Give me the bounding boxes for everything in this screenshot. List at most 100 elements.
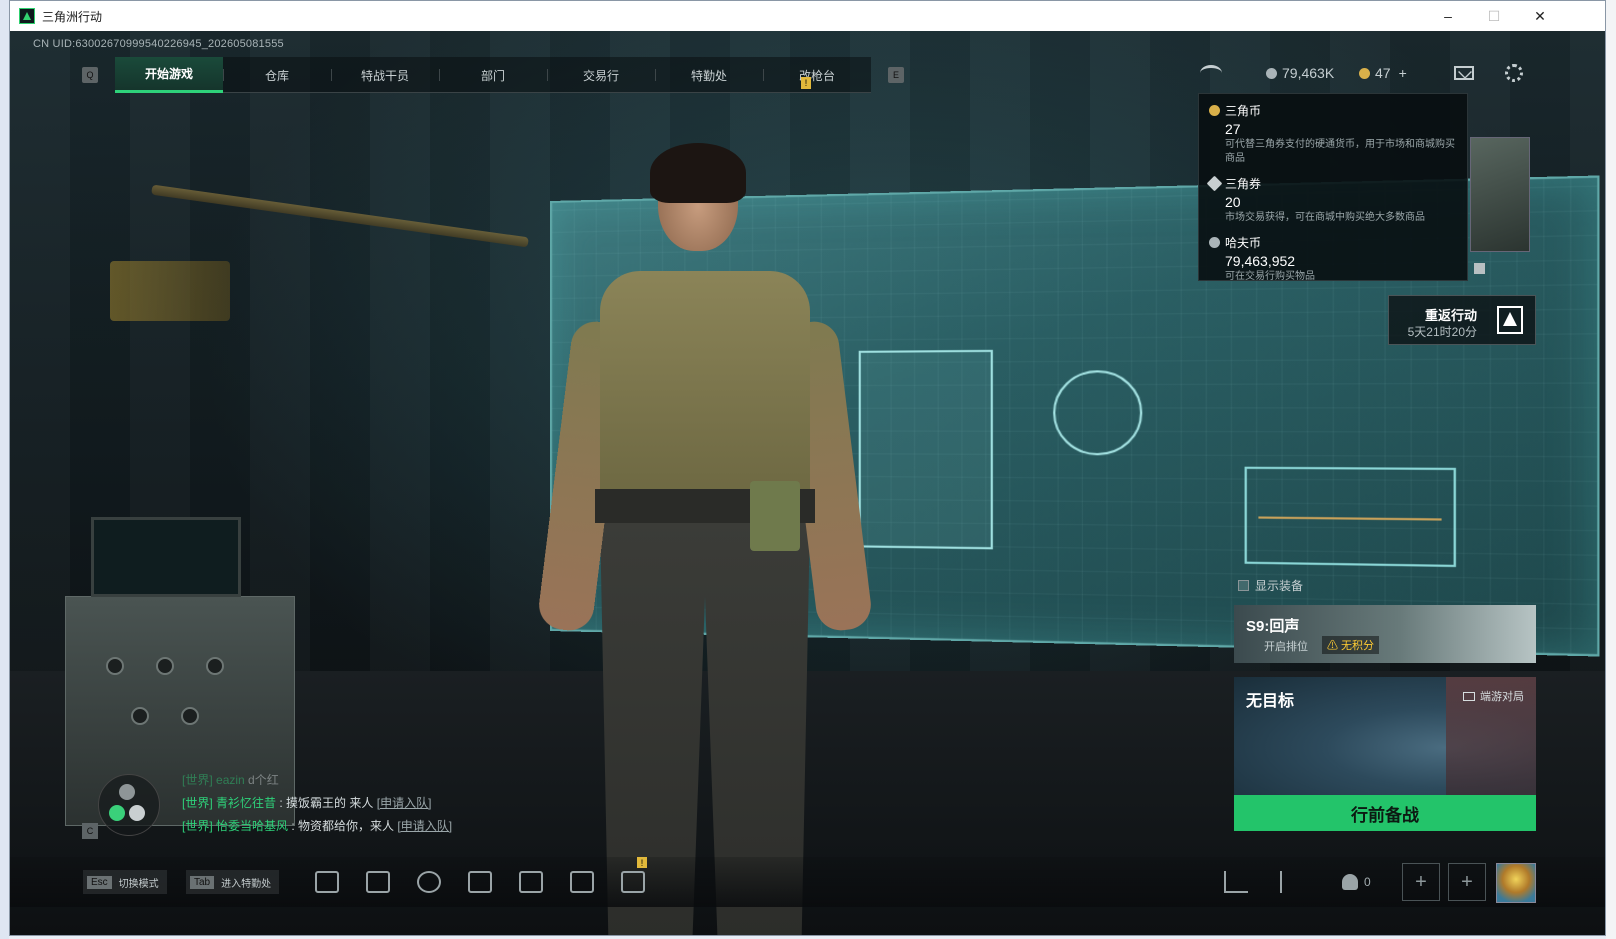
mail-button[interactable]: [1454, 61, 1474, 85]
flag-icon[interactable]: [1280, 871, 1304, 893]
season-title: S9:回声: [1246, 618, 1300, 635]
radio-knob: [106, 657, 124, 675]
minimize-button[interactable]: –: [1425, 1, 1471, 31]
chat-message: [世界] eazin d个红: [182, 769, 452, 792]
add-currency-button[interactable]: +: [1399, 65, 1407, 81]
season-no-score-badge: ⚠ 无积分: [1322, 636, 1380, 654]
window-titlebar: 三角洲行动 – ☐ ✕: [10, 1, 1605, 31]
player-uid: CN UID:6300267099954022694​5_20260508155…: [33, 38, 284, 50]
currency-desc: 市场交易获得，可在商城中购买绝大多数商品: [1225, 212, 1425, 223]
show-equipment-toggle[interactable]: 显示装备: [1238, 577, 1303, 594]
prepare-start-button[interactable]: 行前备战: [1234, 795, 1536, 831]
event-thumbnail[interactable]: [1470, 137, 1530, 252]
nav-prev-key[interactable]: Q: [82, 67, 98, 83]
chat-sender[interactable]: 怡委当哈基风: [216, 819, 288, 833]
event-checkbox[interactable]: [1474, 263, 1485, 274]
return-action-icon: [1497, 306, 1523, 334]
nav-next-key[interactable]: E: [888, 67, 904, 83]
currency-value: 20: [1225, 194, 1241, 210]
chat-sender[interactable]: eazin: [216, 773, 245, 787]
switch-mode-label: 切换模式: [118, 878, 159, 890]
chat-message: [世界] 青衫忆往昔 : 摸饭霸王的 来人 [申请入队]: [182, 792, 452, 815]
holo-map-panel: [858, 349, 993, 550]
stats-icon[interactable]: [1224, 871, 1248, 893]
season-card[interactable]: S9:回声 开启排位 ⚠ 无积分: [1234, 605, 1536, 663]
chat-sender[interactable]: 青衫忆往昔: [216, 796, 276, 810]
nav-tabs: 开始游戏 仓库 特战干员 部门 交易行 特勤处 改枪台: [115, 57, 871, 93]
radio-knob: [156, 657, 174, 675]
haf-coin-icon: [1266, 67, 1277, 79]
friends-count: 0: [1364, 875, 1371, 889]
equipment-monitor: [91, 517, 241, 597]
currency-name: 哈夫币: [1225, 236, 1262, 250]
radio-knob: [131, 707, 149, 725]
gift-icon[interactable]: [366, 871, 390, 893]
currency-value: 27: [1225, 121, 1241, 137]
chat-message: [世界] 怡委当哈基风 : 物资都给你，来人 [申请入队]: [182, 815, 452, 838]
currency-item: 三角券 20 市场交易获得，可在商城中购买绝大多数商品: [1206, 175, 1457, 225]
friends-button[interactable]: 0: [1342, 874, 1371, 890]
nav-notice-badge: !: [801, 77, 811, 89]
special-service-hint[interactable]: Tab 进入特勤处: [186, 870, 280, 894]
operator-torso: [600, 271, 810, 501]
map-mode-title: 无目标: [1246, 693, 1295, 710]
map-mode-card[interactable]: 无目标 端游对局: [1234, 677, 1536, 795]
tab-start-game[interactable]: 开始游戏: [115, 57, 223, 93]
joystick-dot: [119, 784, 135, 800]
holo-waveform-panel: [1244, 466, 1456, 568]
chat-icon[interactable]: [315, 871, 339, 893]
maximize-button[interactable]: ☐: [1471, 1, 1517, 31]
triangle-ticket-icon: [1206, 175, 1223, 192]
tab-special-service[interactable]: 特勤处: [655, 57, 763, 93]
pass-icon[interactable]: [519, 871, 543, 893]
radio-knob: [206, 657, 224, 675]
wifi-icon: [1200, 65, 1222, 81]
holo-radar-ring: [1053, 370, 1143, 456]
triangle-coin-display[interactable]: 47 +: [1359, 61, 1407, 85]
calendar-icon[interactable]: [570, 871, 594, 893]
tab-department[interactable]: 部门: [439, 57, 547, 93]
cart-icon[interactable]: [468, 871, 492, 893]
chat-join-team-link[interactable]: [申请入队]: [397, 819, 452, 833]
chat-text: : 物资都给你，来人: [291, 819, 395, 833]
tab-warehouse[interactable]: 仓库: [223, 57, 331, 93]
team-slot-add[interactable]: +: [1448, 863, 1486, 901]
friends-icon: [1342, 874, 1358, 890]
switch-mode-hint[interactable]: Esc 切换模式: [83, 870, 167, 894]
show-equipment-checkbox[interactable]: [1238, 580, 1249, 591]
currency-value: 79,463,952: [1225, 253, 1296, 269]
tab-operators[interactable]: 特战干员: [331, 57, 439, 93]
return-action-button[interactable]: 重返行动 5天21时20分: [1388, 295, 1536, 345]
window-title: 三角洲行动: [42, 9, 103, 24]
chat-channel: [世界]: [182, 773, 213, 787]
chat-joystick[interactable]: [98, 774, 160, 836]
chat-channel: [世界]: [182, 819, 213, 833]
tab-trading[interactable]: 交易行: [547, 57, 655, 93]
settings-button[interactable]: [1505, 61, 1523, 85]
gear-icon: [1505, 64, 1523, 82]
haf-coin-display[interactable]: 79,463K: [1266, 61, 1334, 85]
background-crate: [110, 261, 230, 321]
currency-item: 三角币 27 可代替三角券支付的硬通货币，用于市场和商城购买商品: [1209, 102, 1457, 166]
chat-key[interactable]: C: [82, 823, 98, 839]
currency-name: 三角券: [1225, 177, 1262, 191]
tab-key: Tab: [190, 875, 215, 889]
video-icon[interactable]: [621, 871, 645, 893]
desktop-left-edge: [0, 0, 9, 939]
close-button[interactable]: ✕: [1517, 1, 1563, 31]
team-slot-add[interactable]: +: [1402, 863, 1440, 901]
chat-join-team-link[interactable]: [申请入队]: [377, 796, 432, 810]
main-nav: Q 开始游戏 仓库 特战干员 部门 交易行 特勤处 改枪台 E !: [82, 57, 904, 93]
season-subtitle: 开启排位: [1264, 641, 1308, 653]
avatar[interactable]: [1496, 863, 1536, 903]
special-service-label: 进入特勤处: [221, 878, 272, 890]
triangle-coin-icon: [1359, 67, 1370, 79]
currency-item: 哈夫币 79,463,952 可在交易行购买物品: [1209, 234, 1457, 284]
show-equipment-label: 显示装备: [1255, 579, 1304, 593]
currency-name: 三角币: [1225, 104, 1262, 118]
tab-gunsmith[interactable]: 改枪台: [763, 57, 871, 93]
badge-icon[interactable]: [417, 871, 441, 893]
app-logo-icon: [19, 8, 35, 24]
currency-desc: 可代替三角券支付的硬通货币，用于市场和商城购买商品: [1225, 139, 1455, 164]
chat-text: d个红: [248, 773, 279, 787]
